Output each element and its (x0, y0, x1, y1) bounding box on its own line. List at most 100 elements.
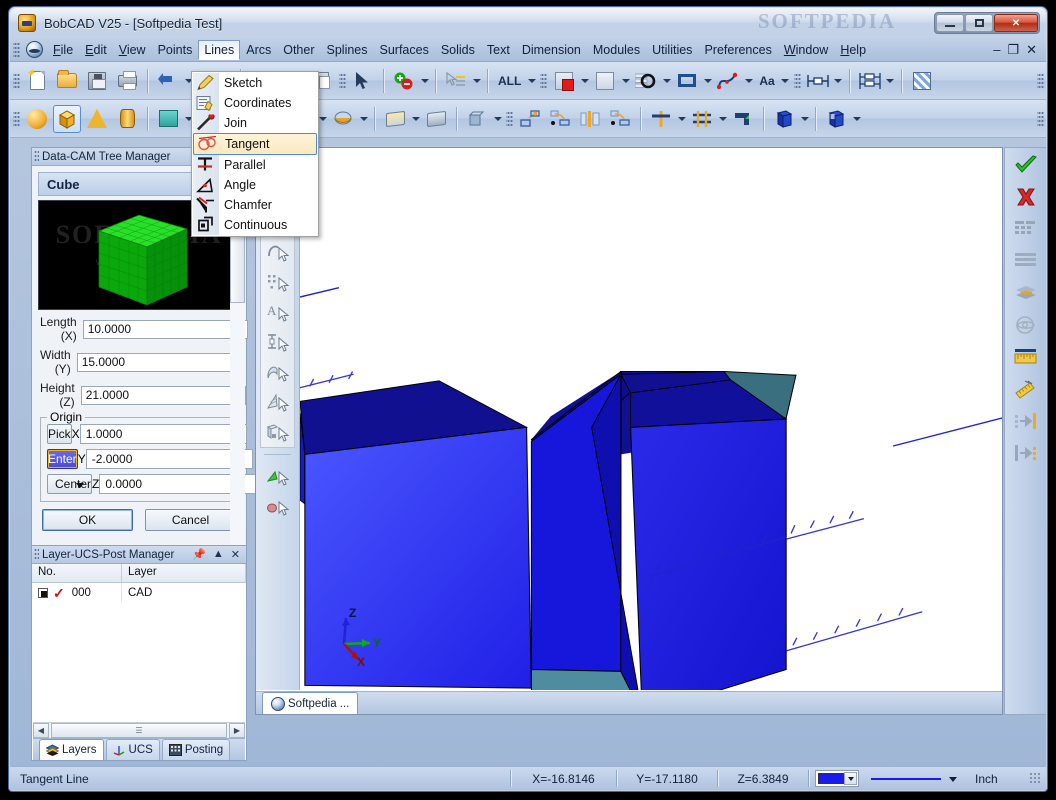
chevron-up-icon[interactable]: ▲ (213, 548, 224, 561)
cone-button[interactable] (83, 105, 111, 133)
menu-window[interactable]: Window (778, 40, 834, 60)
layer-panel-grip-icon[interactable] (34, 548, 39, 561)
snap-to-button[interactable] (1011, 406, 1041, 436)
layer-visible-checkbox[interactable] (38, 587, 48, 598)
undo-button[interactable] (154, 67, 182, 95)
dim-horizontal-caret[interactable] (833, 68, 844, 94)
origin-y-field[interactable] (85, 449, 253, 469)
viewport-3d[interactable]: Z Y X (300, 148, 1002, 690)
menu-item-coordinates[interactable]: Coordinates (192, 93, 318, 113)
solid-list-button[interactable] (1011, 246, 1041, 276)
cplane-caret[interactable] (661, 68, 672, 94)
origin-mode-select[interactable]: Center (47, 474, 93, 494)
surface-flat-caret[interactable] (410, 106, 421, 132)
dim-stack-caret[interactable] (885, 68, 896, 94)
toolbar-grip-4[interactable] (793, 71, 801, 90)
menu-grip[interactable] (13, 40, 20, 59)
layer-color-button[interactable] (550, 67, 578, 95)
menu-other[interactable]: Other (277, 40, 320, 60)
orbit-button[interactable] (1011, 310, 1041, 340)
print-button[interactable] (113, 67, 141, 95)
select-mode-caret[interactable] (471, 68, 482, 94)
open-file-button[interactable] (53, 67, 81, 95)
menu-item-chamfer[interactable]: Chamfer (192, 195, 318, 215)
menu-arcs[interactable]: Arcs (240, 40, 277, 60)
solid-view-button[interactable] (770, 105, 798, 133)
cylinder-button[interactable] (113, 105, 141, 133)
layers-button[interactable] (1011, 278, 1041, 308)
toolbar2-grip-2[interactable] (506, 109, 513, 128)
accept-button[interactable] (1011, 150, 1041, 180)
select-green-tool[interactable] (261, 461, 295, 491)
divide-button[interactable] (688, 105, 716, 133)
layer-hscroll-thumb[interactable]: ☰ (51, 723, 227, 738)
menu-item-angle[interactable]: Angle (192, 175, 318, 195)
height-z-field[interactable] (80, 385, 246, 405)
cancel-button[interactable] (1011, 182, 1041, 212)
text-tool-caret[interactable] (780, 68, 791, 94)
text-tool-label[interactable]: Aa (754, 74, 779, 88)
menu-preferences[interactable]: Preferences (698, 40, 777, 60)
origin-pick-button[interactable]: Pick (47, 424, 72, 444)
cplane-button[interactable] (632, 67, 660, 95)
mdi-close-button[interactable]: ✕ (1026, 43, 1037, 56)
menu-item-continuous[interactable]: Continuous (192, 215, 318, 235)
tab-layers[interactable]: Layers (39, 739, 104, 760)
select-arc-tool[interactable] (261, 237, 295, 267)
panel-grip-icon[interactable] (34, 150, 39, 163)
trim-caret[interactable] (676, 106, 687, 132)
close-button[interactable]: ✕ (994, 14, 1038, 32)
width-y-field[interactable] (76, 352, 242, 372)
new-file-button[interactable]: ✦ (23, 67, 51, 95)
select-mesh-tool[interactable] (261, 387, 295, 417)
select-button[interactable] (349, 67, 377, 95)
menu-text[interactable]: Text (481, 40, 516, 60)
spline-caret[interactable] (743, 68, 754, 94)
select-mode-button[interactable] (442, 67, 470, 95)
solid-view-caret[interactable] (799, 106, 810, 132)
transform-caret[interactable] (492, 106, 503, 132)
dim-horizontal-button[interactable] (804, 67, 832, 95)
measure-button[interactable] (1011, 342, 1041, 372)
select-dim-tool[interactable] (261, 327, 295, 357)
mirror-button[interactable] (546, 105, 574, 133)
origin-enter-button[interactable]: Enter (47, 449, 78, 469)
mdi-restore-button[interactable]: ❐ (1007, 43, 1019, 56)
cancel-button[interactable]: Cancel (145, 509, 236, 531)
menu-edit[interactable]: Edit (79, 40, 113, 60)
menu-view[interactable]: View (113, 40, 152, 60)
trim-button[interactable] (647, 105, 675, 133)
window-resize-grip[interactable] (1029, 772, 1042, 785)
render-caret[interactable] (851, 106, 862, 132)
layer-hscroll-left[interactable]: ◀ (33, 723, 49, 738)
snap-from-button[interactable] (1011, 438, 1041, 468)
table-row[interactable]: ✓ 000 CAD (32, 583, 246, 602)
transform-button[interactable] (463, 105, 491, 133)
hatch-button[interactable] (908, 67, 936, 95)
loft-caret[interactable] (358, 106, 369, 132)
select-point-tool[interactable] (261, 267, 295, 297)
toolbar2-grip-1[interactable] (13, 109, 20, 128)
menu-points[interactable]: Points (152, 40, 199, 60)
toolbar2-grip-3[interactable] (1037, 109, 1044, 128)
list-button[interactable] (1011, 214, 1041, 244)
attributes-button[interactable] (591, 67, 619, 95)
cube-button[interactable] (53, 104, 81, 133)
select-surface-tool[interactable] (261, 357, 295, 387)
corner-button[interactable] (729, 105, 757, 133)
toolbar-grip-1[interactable] (13, 71, 20, 90)
toolbar-grip-5[interactable] (1037, 71, 1044, 90)
color-combo-caret[interactable] (844, 772, 857, 785)
menu-item-parallel[interactable]: Parallel (192, 155, 318, 175)
bobcad-logo-icon[interactable] (26, 41, 43, 58)
menu-item-sketch[interactable]: Sketch (192, 73, 318, 93)
gift-solid-button[interactable] (154, 105, 182, 133)
menu-lines[interactable]: Lines (198, 39, 241, 60)
mdi-minimize-button[interactable]: – (993, 43, 1000, 56)
close-icon[interactable]: ✕ (231, 548, 240, 561)
add-remove-button[interactable] (390, 67, 418, 95)
ok-button[interactable]: OK (42, 509, 133, 531)
menu-help[interactable]: Help (834, 40, 872, 60)
add-remove-caret[interactable] (419, 68, 430, 94)
menu-item-join[interactable]: Join (192, 113, 318, 133)
